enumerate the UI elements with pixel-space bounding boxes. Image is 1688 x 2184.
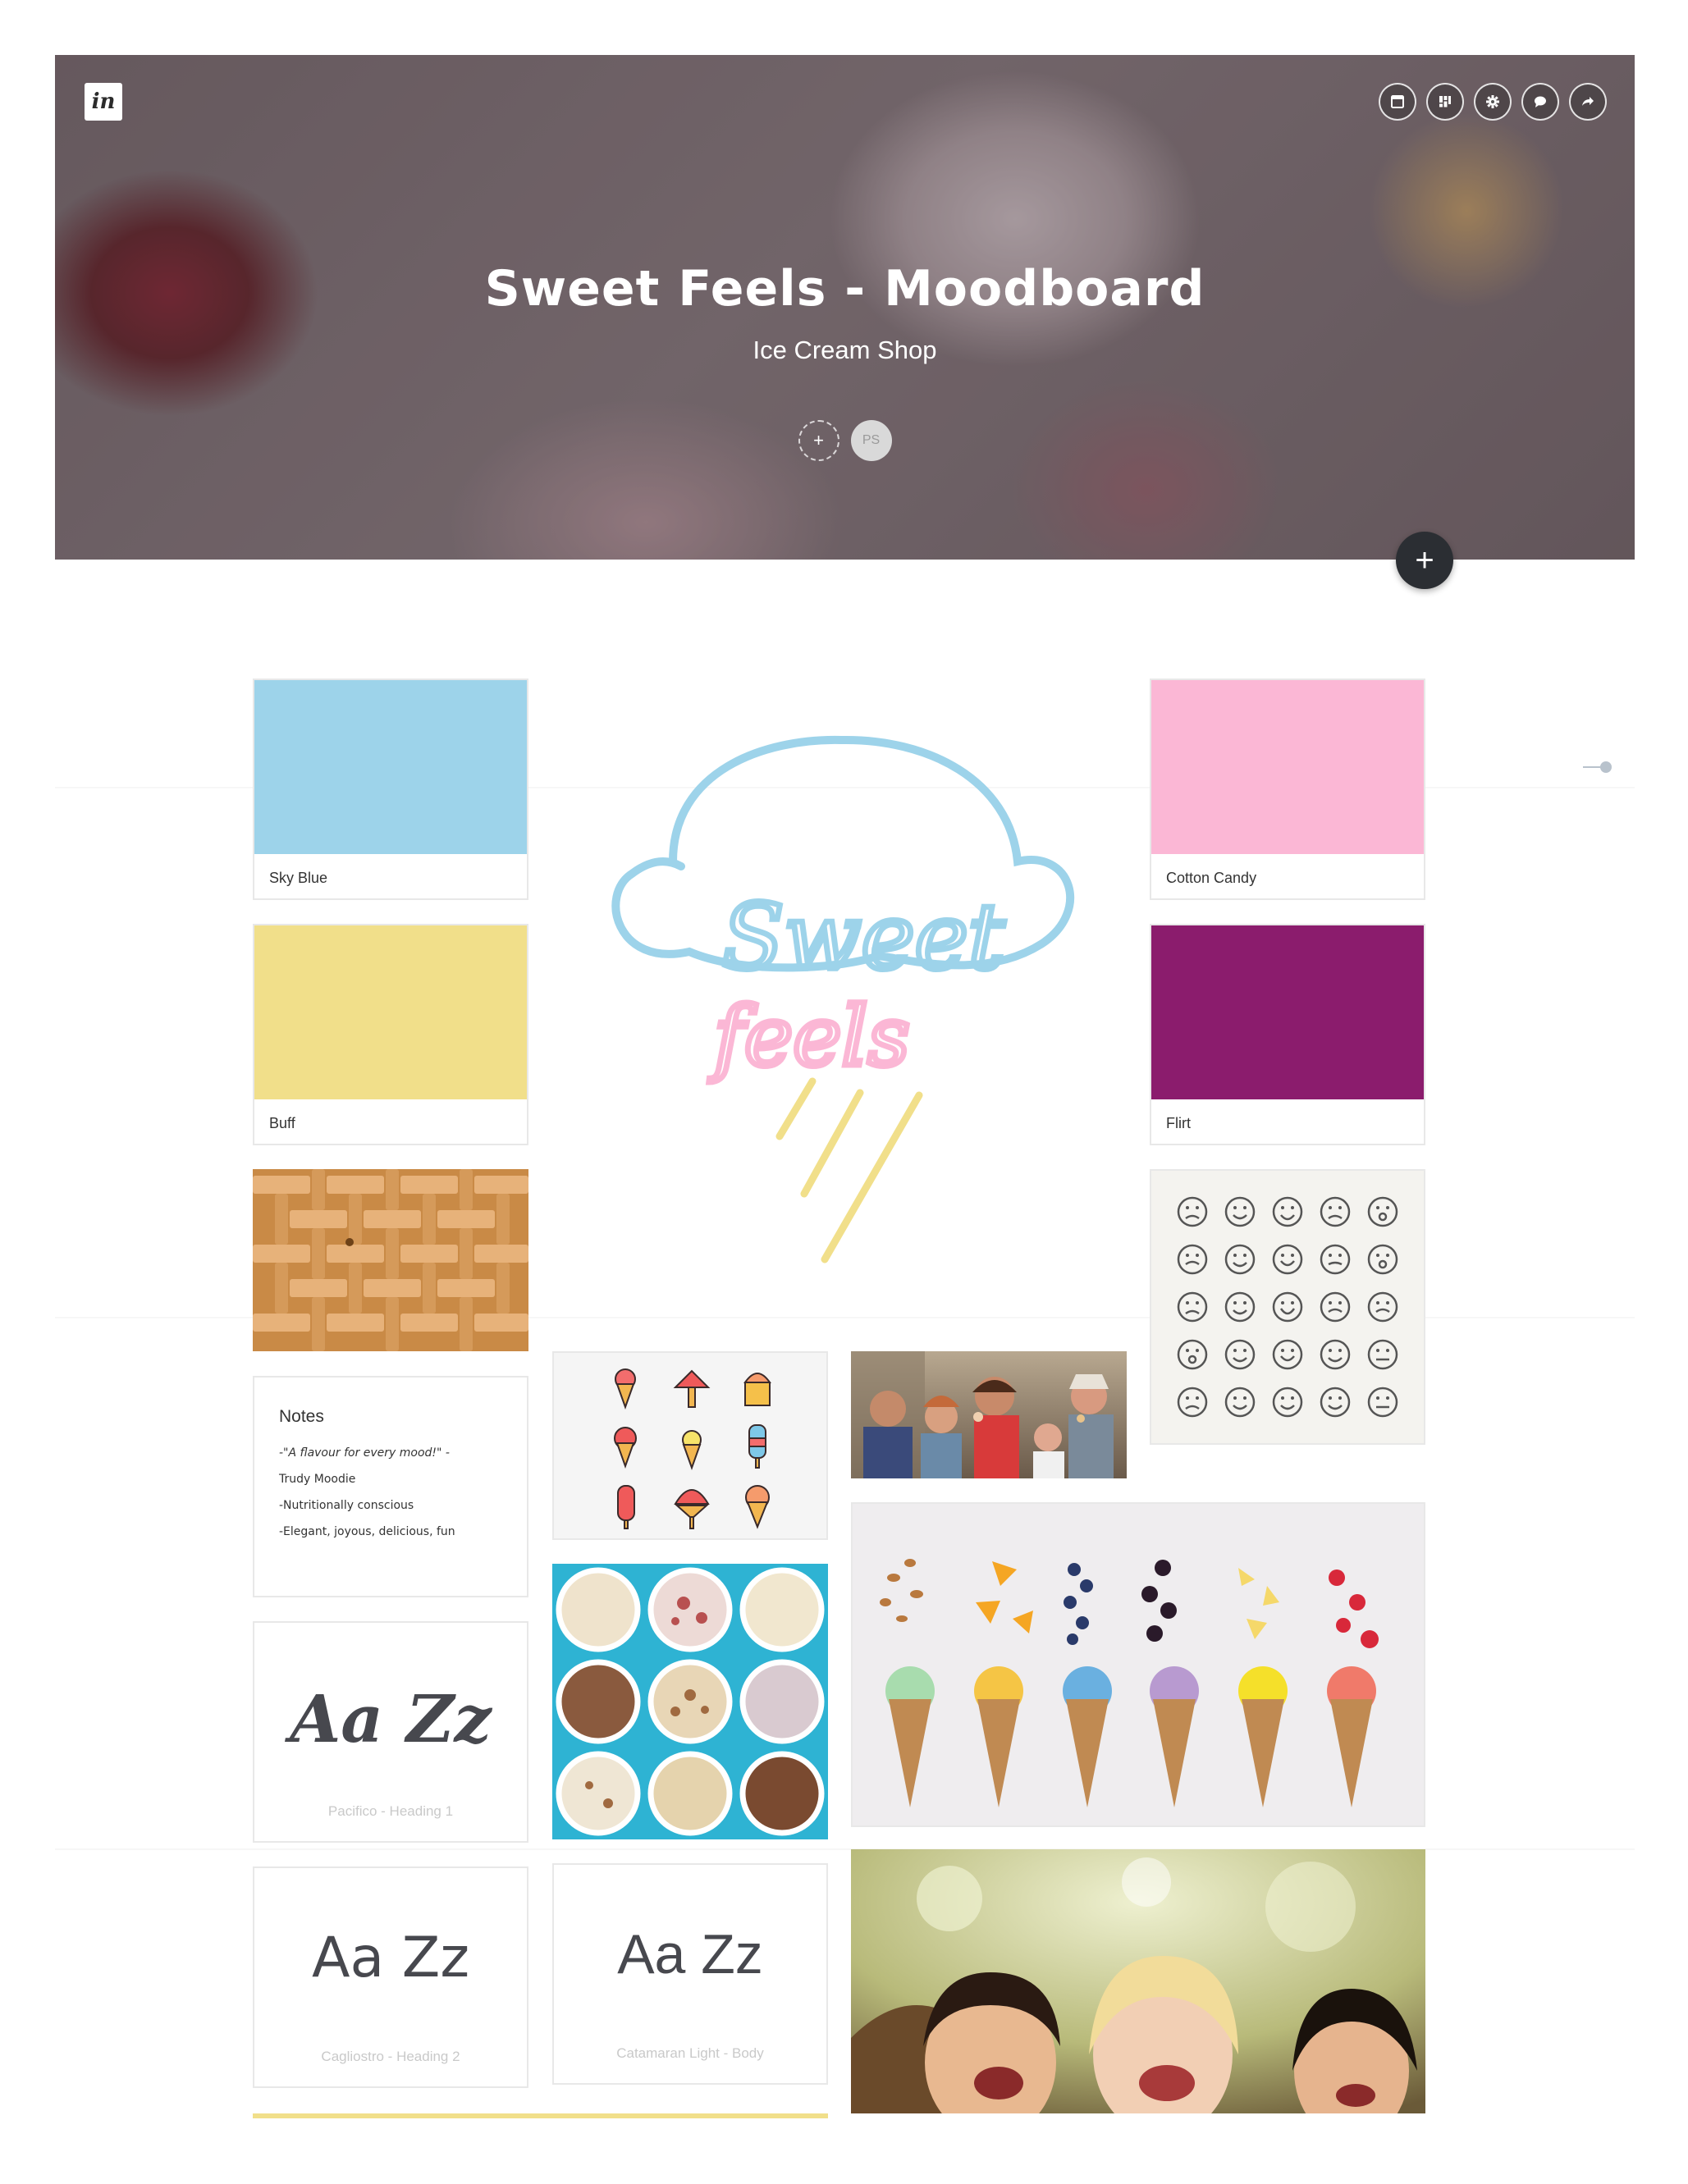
- collaborators: + PS: [55, 420, 1635, 461]
- gear-icon[interactable]: [1474, 83, 1512, 121]
- color-swatch: [254, 925, 527, 1099]
- typography-card-pacifico[interactable]: Aa Zz Pacifico - Heading 1: [253, 1621, 528, 1843]
- comment-icon[interactable]: [1521, 83, 1559, 121]
- laughing-children-image[interactable]: [851, 1849, 1425, 2113]
- toolbar: [1379, 83, 1607, 121]
- layout-icon[interactable]: [1379, 83, 1416, 121]
- share-icon[interactable]: [1569, 83, 1607, 121]
- swatch-card-cotton-candy[interactable]: Cotton Candy: [1150, 679, 1425, 900]
- logo-word-sweet: Sweet: [722, 884, 1005, 989]
- emoji-faces-image[interactable]: [1150, 1169, 1425, 1445]
- notes-title: Notes: [279, 1407, 324, 1426]
- accent-bar: [253, 2113, 828, 2118]
- add-collaborator-button[interactable]: +: [798, 420, 839, 461]
- board-title: Sweet Feels - Moodboard: [484, 260, 1205, 318]
- sweet-feels-logo[interactable]: Sweet feels: [599, 722, 1083, 1280]
- color-swatch: [1151, 925, 1424, 1099]
- notes-body: -"A flavour for every mood!" - Trudy Moo…: [279, 1440, 510, 1545]
- color-swatch: [1151, 680, 1424, 854]
- swatch-name: Sky Blue: [269, 870, 328, 886]
- font-caption: Catamaran Light - Body: [616, 2045, 764, 2061]
- hero-header: in Sweet Feels - Moodboard Ice Cream Sho…: [55, 55, 1635, 560]
- notes-line: Trudy Moodie: [279, 1473, 356, 1486]
- avatar[interactable]: PS: [850, 420, 892, 461]
- board-subtitle: Ice Cream Shop: [753, 336, 937, 364]
- swatch-name: Cotton Candy: [1166, 870, 1257, 886]
- swatch-name: Flirt: [1166, 1115, 1191, 1131]
- ice-cream-icons-image[interactable]: [552, 1351, 828, 1540]
- swatch-name: Buff: [269, 1115, 295, 1131]
- swatch-card-sky-blue[interactable]: Sky Blue: [253, 679, 528, 900]
- notes-line: -Elegant, joyous, delicious, fun: [279, 1525, 455, 1538]
- ice-cream-cones-image[interactable]: [851, 1502, 1425, 1827]
- swatch-card-buff[interactable]: Buff: [253, 924, 528, 1145]
- moodboard-page: in Sweet Feels - Moodboard Ice Cream Sho…: [0, 0, 1688, 2184]
- wicker-texture-image[interactable]: [253, 1169, 528, 1351]
- font-sample: Aa Zz: [617, 1923, 763, 1985]
- ice-cream-tubs-image[interactable]: [552, 1564, 828, 1839]
- family-eating-ice-cream-image[interactable]: [851, 1351, 1127, 1478]
- typography-card-cagliostro[interactable]: Aa Zz Cagliostro - Heading 2: [253, 1866, 528, 2088]
- font-caption: Cagliostro - Heading 2: [321, 2049, 460, 2064]
- font-caption: Pacifico - Heading 1: [327, 1803, 454, 1819]
- swatch-card-flirt[interactable]: Flirt: [1150, 924, 1425, 1145]
- scroll-handle[interactable]: [1583, 761, 1613, 774]
- font-sample: Aa Zz: [290, 1680, 492, 1757]
- typography-card-catamaran[interactable]: Aa Zz Catamaran Light - Body: [552, 1863, 828, 2085]
- notes-line: -Nutritionally conscious: [279, 1499, 414, 1512]
- color-swatch: [254, 680, 527, 854]
- font-sample: Aa Zz: [311, 1926, 470, 1990]
- grid-icon[interactable]: [1426, 83, 1464, 121]
- logo-word-feels: feels: [708, 989, 910, 1085]
- add-item-button[interactable]: +: [1396, 532, 1453, 589]
- notes-card[interactable]: Notes -"A flavour for every mood!" - Tru…: [253, 1376, 528, 1597]
- notes-line: -"A flavour for every mood!" -: [279, 1446, 450, 1460]
- invision-logo[interactable]: in: [85, 83, 122, 121]
